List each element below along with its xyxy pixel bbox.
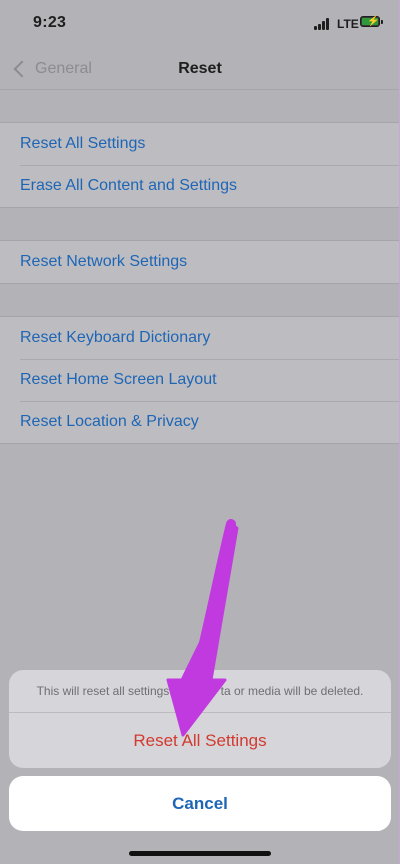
settings-group-other-resets: Reset Keyboard Dictionary Reset Home Scr… bbox=[0, 316, 399, 444]
battery-charging-icon: ⚡ bbox=[360, 16, 383, 27]
reset-keyboard-dictionary-row[interactable]: Reset Keyboard Dictionary bbox=[0, 317, 399, 359]
reset-location-privacy-row[interactable]: Reset Location & Privacy bbox=[0, 401, 399, 443]
signal-icon bbox=[314, 18, 334, 30]
action-sheet-message-end: ta or media will be deleted. bbox=[220, 684, 364, 698]
row-label: Reset All Settings bbox=[20, 135, 146, 152]
action-sheet-message-start: This will reset all settings. bbox=[36, 684, 173, 698]
page-title: Reset bbox=[178, 60, 222, 77]
row-label: Reset Location & Privacy bbox=[20, 413, 199, 430]
row-label: Erase All Content and Settings bbox=[20, 177, 238, 194]
row-label: Reset Home Screen Layout bbox=[20, 371, 217, 388]
settings-screen: 9:23 LTE ⚡ General Reset Reset All Setti… bbox=[0, 0, 400, 864]
confirm-reset-all-settings-button[interactable]: Reset All Settings bbox=[9, 713, 391, 768]
reset-network-settings-row[interactable]: Reset Network Settings bbox=[0, 241, 399, 283]
action-sheet-message: This will reset all settings. ta or medi… bbox=[9, 670, 391, 713]
settings-group-reset-all: Reset All Settings Erase All Content and… bbox=[0, 122, 399, 208]
status-bar: 9:23 LTE ⚡ bbox=[0, 0, 399, 48]
navigation-bar: General Reset bbox=[0, 48, 399, 90]
settings-group-network: Reset Network Settings bbox=[0, 240, 399, 284]
home-indicator bbox=[129, 851, 271, 856]
cancel-button[interactable]: Cancel bbox=[9, 776, 391, 831]
action-sheet: This will reset all settings. ta or medi… bbox=[9, 670, 391, 768]
network-label: LTE bbox=[337, 17, 359, 31]
row-label: Reset Keyboard Dictionary bbox=[20, 329, 211, 346]
erase-all-content-row[interactable]: Erase All Content and Settings bbox=[0, 165, 399, 207]
status-time: 9:23 bbox=[33, 14, 67, 31]
reset-home-screen-layout-row[interactable]: Reset Home Screen Layout bbox=[0, 359, 399, 401]
reset-all-settings-row[interactable]: Reset All Settings bbox=[0, 123, 399, 165]
row-label: Reset Network Settings bbox=[20, 253, 188, 270]
nav-divider bbox=[0, 89, 399, 90]
